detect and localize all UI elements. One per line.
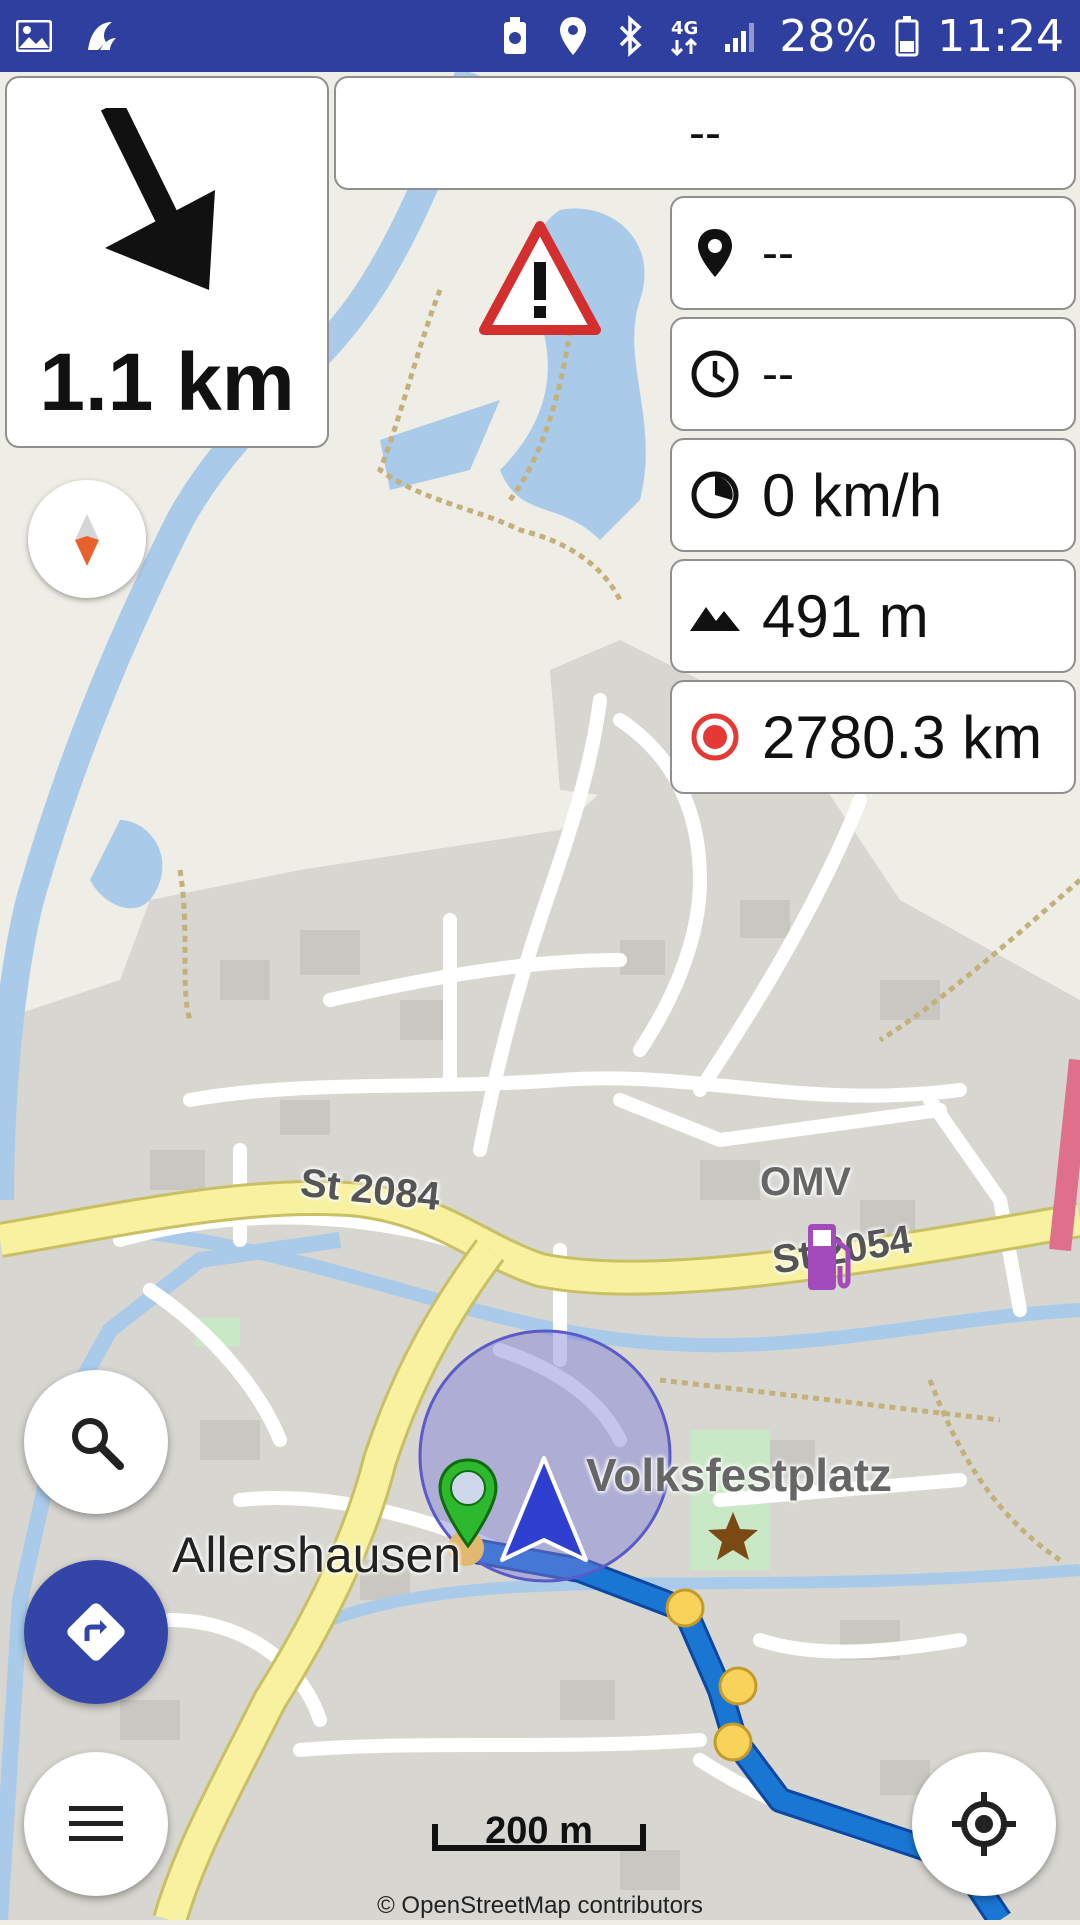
- directions-icon: [67, 1603, 125, 1661]
- menu-button[interactable]: [24, 1752, 168, 1896]
- speed-value: 0 km/h: [762, 461, 943, 529]
- destination-value: --: [762, 226, 794, 280]
- poi-label-omv: OMV: [760, 1160, 852, 1204]
- star-icon[interactable]: [706, 1510, 760, 1564]
- fuel-station-icon[interactable]: [800, 1220, 856, 1300]
- altitude-panel[interactable]: 491 m: [670, 559, 1076, 673]
- map-attribution[interactable]: © OpenStreetMap contributors: [0, 1892, 1080, 1920]
- track-distance-value: 2780.3 km: [762, 703, 1043, 771]
- current-position-arrow-icon: [498, 1456, 590, 1566]
- directions-button[interactable]: [24, 1560, 168, 1704]
- altitude-value: 491 m: [762, 582, 929, 650]
- network-4g-icon: 4G: [669, 14, 703, 58]
- street-name-panel[interactable]: --: [334, 76, 1076, 190]
- next-turn-distance: 1.1 km: [39, 337, 295, 428]
- start-pin-icon[interactable]: [436, 1458, 500, 1550]
- speedometer-icon: [680, 470, 750, 520]
- scale-bar: 200 m: [432, 1810, 646, 1852]
- track-distance-panel[interactable]: 2780.3 km: [670, 680, 1076, 794]
- arrow-down-right-icon: [97, 99, 237, 303]
- street-name: --: [689, 106, 721, 160]
- compass-icon: [75, 514, 99, 566]
- speed-panel[interactable]: 0 km/h: [670, 438, 1076, 552]
- app-icon: [80, 14, 120, 58]
- my-location-button[interactable]: [912, 1752, 1056, 1896]
- menu-icon: [69, 1806, 123, 1841]
- arrival-time-value: --: [762, 347, 794, 401]
- altitude-mountain-icon: [680, 599, 750, 633]
- search-icon: [72, 1418, 124, 1470]
- arrival-time-panel[interactable]: --: [670, 317, 1076, 431]
- battery-icon: [895, 14, 919, 58]
- compass-button[interactable]: [28, 480, 146, 598]
- destination-panel[interactable]: --: [670, 196, 1076, 310]
- bluetooth-icon: [611, 14, 651, 58]
- clock: 11:24: [937, 10, 1064, 62]
- my-location-icon: [952, 1792, 1016, 1856]
- location-icon: [553, 14, 593, 58]
- clock-icon: [680, 349, 750, 399]
- battery-percent: 28%: [779, 10, 878, 62]
- battery-saver-icon: [495, 14, 535, 58]
- signal-icon: [721, 14, 761, 58]
- location-pin-icon: [680, 227, 750, 279]
- place-label-allershausen: Allershausen: [172, 1527, 462, 1583]
- next-turn-panel[interactable]: 1.1 km: [5, 76, 329, 448]
- status-bar: 4G 28% 11:24: [0, 0, 1080, 72]
- place-label-volksfestplatz: Volksfestplatz: [586, 1449, 892, 1501]
- image-icon: [14, 14, 54, 58]
- search-button[interactable]: [24, 1370, 168, 1514]
- record-icon: [680, 712, 750, 762]
- svg-text:4G: 4G: [671, 18, 698, 39]
